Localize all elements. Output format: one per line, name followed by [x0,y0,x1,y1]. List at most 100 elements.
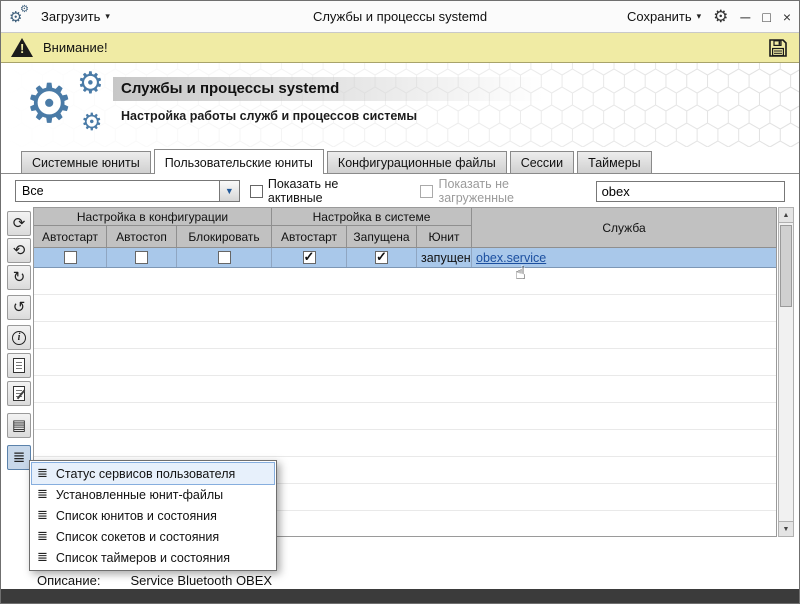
file-edit-button[interactable] [7,381,31,406]
menu-item-installed-unit-files[interactable]: ≣ Установленные юнит-файлы [32,484,274,505]
refresh-icon: ⟳ [12,214,26,232]
config-autostop-checkbox[interactable] [135,251,148,264]
show-unloaded-group: Показать не загруженные [420,177,585,205]
tab-timers[interactable]: Таймеры [577,151,652,173]
list-icon: ≣ [37,508,48,523]
config-autostart-checkbox[interactable] [63,251,77,264]
undo-button[interactable]: ↺ [7,295,31,320]
save-file-icon[interactable] [767,37,789,59]
app-logo-gears: ⚙ ⚙ ⚙ [19,67,123,145]
chevron-down-icon[interactable]: ▼ [218,181,239,201]
restart-icon: ⟲ [12,241,26,259]
tab-bar: Системные юниты Пользовательские юниты К… [1,147,799,174]
column-header-service: Служба [472,208,777,248]
app-gears-icon: ⚙ ⚙ [9,3,33,29]
gear-icon: ⚙ [20,3,29,15]
redo-icon: ↻ [12,268,26,286]
arrow-up-icon: ▲ [782,211,790,219]
menu-item-label: Статус сервисов пользователя [55,466,236,481]
description-value: Service Bluetooth OBEX [130,573,273,588]
menu-item-label: Список таймеров и состояния [55,550,231,565]
menu-icon: ≣ [12,448,26,466]
scrollbar-thumb[interactable] [780,225,792,307]
unit-filter-dropdown[interactable]: Все ▼ [15,180,240,202]
warning-exclamation: ! [20,41,25,56]
config-block-checkbox[interactable] [217,251,231,264]
table-header: Настройка в конфигурации Настройка в сис… [34,208,777,248]
file-edit-icon [13,386,26,401]
minimize-button[interactable]: ─ [740,10,750,24]
search-input[interactable] [595,180,785,202]
list-icon: ▤ [11,416,27,434]
save-button-label: Сохранить [627,9,692,24]
page-header: ⚙ ⚙ ⚙ Службы и процессы systemd Настройк… [1,63,799,147]
show-inactive-checkbox[interactable] [249,184,263,198]
hand-cursor-icon: ☝ [515,263,526,283]
warning-label: Внимание! [43,40,108,55]
list-icon: ≣ [37,466,48,481]
status-menu-button[interactable]: ≣ [7,445,31,470]
scroll-up-button[interactable]: ▲ [779,208,793,223]
info-button[interactable]: i [7,325,31,350]
menu-item-user-services-status[interactable]: ≣ Статус сервисов пользователя [31,462,275,485]
filter-bar: Все ▼ Показать не активные Показать не з… [1,177,799,205]
group-header-system: Настройка в системе [272,208,472,226]
load-button[interactable]: Загрузить ▾ [41,9,110,24]
tab-sessions[interactable]: Сессии [509,151,575,173]
vertical-scrollbar[interactable]: ▲ ▼ [778,207,794,537]
show-unloaded-label: Показать не загруженные [438,177,514,205]
show-unloaded-checkbox[interactable] [420,184,434,198]
column-header: Автостарт [272,226,347,248]
redo-button[interactable]: ↻ [7,265,31,290]
list-button[interactable]: ▤ [7,413,31,438]
warning-icon: ! [11,38,33,57]
menu-item-label: Установленные юнит-файлы [55,487,224,502]
app-window: ⚙ ⚙ Загрузить ▾ Службы и процессы system… [0,0,800,604]
column-header: Автостарт [34,226,107,248]
table-row-selected[interactable]: запущен obex.service [34,248,776,268]
column-header: Запущена [347,226,417,248]
description-label: Описание: [37,573,101,588]
chevron-down-icon: ▾ [696,11,702,21]
system-running-checkbox[interactable] [375,249,388,265]
titlebar: ⚙ ⚙ Загрузить ▾ Службы и процессы system… [1,1,799,33]
menu-item-sockets-list[interactable]: ≣ Список сокетов и состояния [32,526,274,547]
refresh-button[interactable]: ⟳ [7,211,31,236]
show-inactive-group: Показать не активные [249,177,395,205]
file-icon [13,358,25,373]
tab-user-units[interactable]: Пользовательские юниты [153,149,324,174]
column-header: Юнит [417,226,472,248]
maximize-button[interactable]: □ [762,10,770,24]
tab-system-units[interactable]: Системные юниты [21,151,151,173]
arrow-down-icon: ▼ [782,525,790,533]
gear-icon: ⚙ [81,109,103,136]
menu-item-timers-list[interactable]: ≣ Список таймеров и состояния [32,547,274,568]
menu-item-units-list[interactable]: ≣ Список юнитов и состояния [32,505,274,526]
chevron-down-icon: ▾ [105,11,110,21]
show-inactive-label: Показать не активные [267,177,339,205]
menu-item-label: Список юнитов и состояния [55,508,217,523]
gear-icon: ⚙ [77,67,104,100]
unit-state-cell: запущен [417,248,472,267]
scroll-down-button[interactable]: ▼ [779,521,793,536]
window-title: Службы и процессы systemd [312,9,488,24]
pencil-icon [16,389,26,400]
settings-gear-icon[interactable]: ⚙ [713,8,728,25]
tab-config-files[interactable]: Конфигурационные файлы [326,151,507,173]
restart-button[interactable]: ⟲ [7,238,31,263]
group-header-config: Настройка в конфигурации [34,208,272,226]
service-link[interactable]: obex.service [476,251,546,265]
list-icon: ≣ [37,529,48,544]
status-context-menu: ≣ Статус сервисов пользователя ≣ Установ… [29,460,277,571]
warning-banner: ! Внимание! [1,33,799,63]
undo-icon: ↺ [12,298,26,316]
window-bottom-bar [1,589,799,603]
system-autostart-checkbox[interactable] [302,249,316,265]
page-subtitle: Настройка работы служб и процессов систе… [121,109,418,123]
file-button[interactable] [7,353,31,378]
menu-item-label: Список сокетов и состояния [55,529,220,544]
column-header: Блокировать [177,226,272,248]
save-button[interactable]: Сохранить ▾ [627,9,701,24]
list-icon: ≣ [37,487,48,502]
close-button[interactable]: × [783,10,791,24]
